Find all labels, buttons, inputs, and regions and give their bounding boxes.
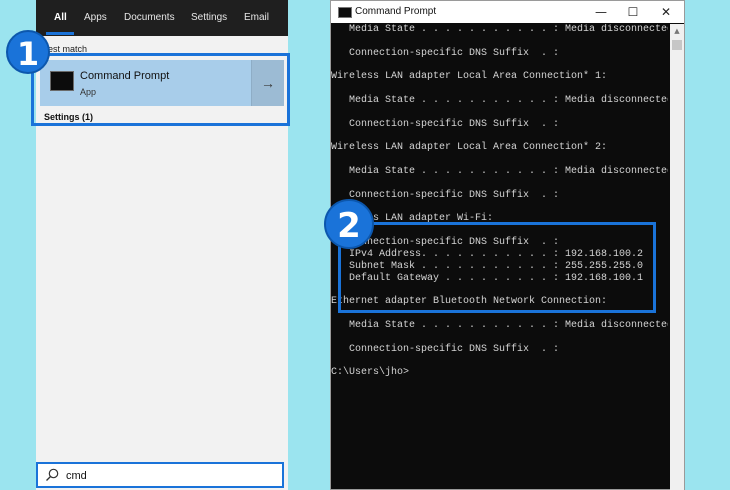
terminal-line: Media State . . . . . . . . . . . : Medi…: [331, 95, 668, 106]
window-titlebar[interactable]: Command Prompt — ☐ ✕: [331, 1, 684, 23]
terminal-line: Wireless LAN adapter Local Area Connecti…: [331, 142, 608, 153]
tab-documents[interactable]: Documents: [124, 12, 175, 23]
search-input[interactable]: [64, 466, 268, 486]
command-prompt-app-icon: [50, 71, 74, 91]
tab-all[interactable]: All: [54, 12, 67, 23]
window-title: Command Prompt: [355, 6, 437, 17]
terminal-line: Default Gateway . . . . . . . . . : 192.…: [331, 273, 644, 284]
start-menu-panel: All Apps Documents Settings Email Best m…: [36, 0, 288, 490]
maximize-button[interactable]: ☐: [618, 1, 648, 23]
terminal-line: Connection-specific DNS Suffix . :: [331, 190, 560, 201]
terminal-line: Connection-specific DNS Suffix . :: [331, 48, 560, 59]
settings-results-heading: Settings (1): [44, 112, 94, 122]
tab-apps[interactable]: Apps: [84, 12, 107, 23]
terminal-line: IPv4 Address. . . . . . . . . . . : 192.…: [331, 249, 644, 260]
scroll-thumb[interactable]: [672, 40, 682, 50]
terminal-line: Wireless LAN adapter Local Area Connecti…: [331, 71, 608, 82]
search-bar[interactable]: [36, 462, 284, 488]
scroll-up-icon[interactable]: ▲: [670, 24, 684, 38]
start-menu-tabs: All Apps Documents Settings Email: [36, 0, 288, 36]
terminal-line: Connection-specific DNS Suffix . :: [331, 119, 560, 130]
active-tab-indicator: [46, 32, 74, 35]
step-1-badge: 1: [6, 30, 50, 74]
search-icon: [46, 468, 59, 481]
terminal-line: Subnet Mask . . . . . . . . . . . : 255.…: [331, 261, 644, 272]
terminal-line: Media State . . . . . . . . . . . : Medi…: [331, 166, 668, 177]
result-subtitle: App: [80, 87, 97, 97]
terminal-line: Media State . . . . . . . . . . . : Medi…: [331, 320, 668, 331]
tab-email[interactable]: Email: [244, 12, 269, 23]
terminal-line: Connection-specific DNS Suffix . :: [331, 344, 560, 355]
terminal-prompt-line: C:\Users\jho>: [331, 367, 410, 378]
vertical-scrollbar[interactable]: ▲: [670, 24, 684, 490]
terminal-line: Ethernet adapter Bluetooth Network Conne…: [331, 296, 608, 307]
tab-settings[interactable]: Settings: [191, 12, 227, 23]
open-arrow-icon[interactable]: →: [251, 60, 284, 106]
step-2-badge: 2: [324, 199, 374, 249]
terminal-icon: [338, 7, 352, 18]
result-title: Command Prompt: [80, 70, 170, 82]
command-prompt-result[interactable]: Command Prompt App →: [40, 60, 284, 106]
terminal-line: Media State . . . . . . . . . . . : Medi…: [331, 24, 668, 35]
command-prompt-window: Command Prompt — ☐ ✕ Media State . . . .…: [330, 0, 685, 490]
minimize-button[interactable]: —: [586, 1, 616, 23]
close-button[interactable]: ✕: [651, 1, 681, 23]
terminal-output[interactable]: Media State . . . . . . . . . . . : Medi…: [331, 24, 668, 490]
